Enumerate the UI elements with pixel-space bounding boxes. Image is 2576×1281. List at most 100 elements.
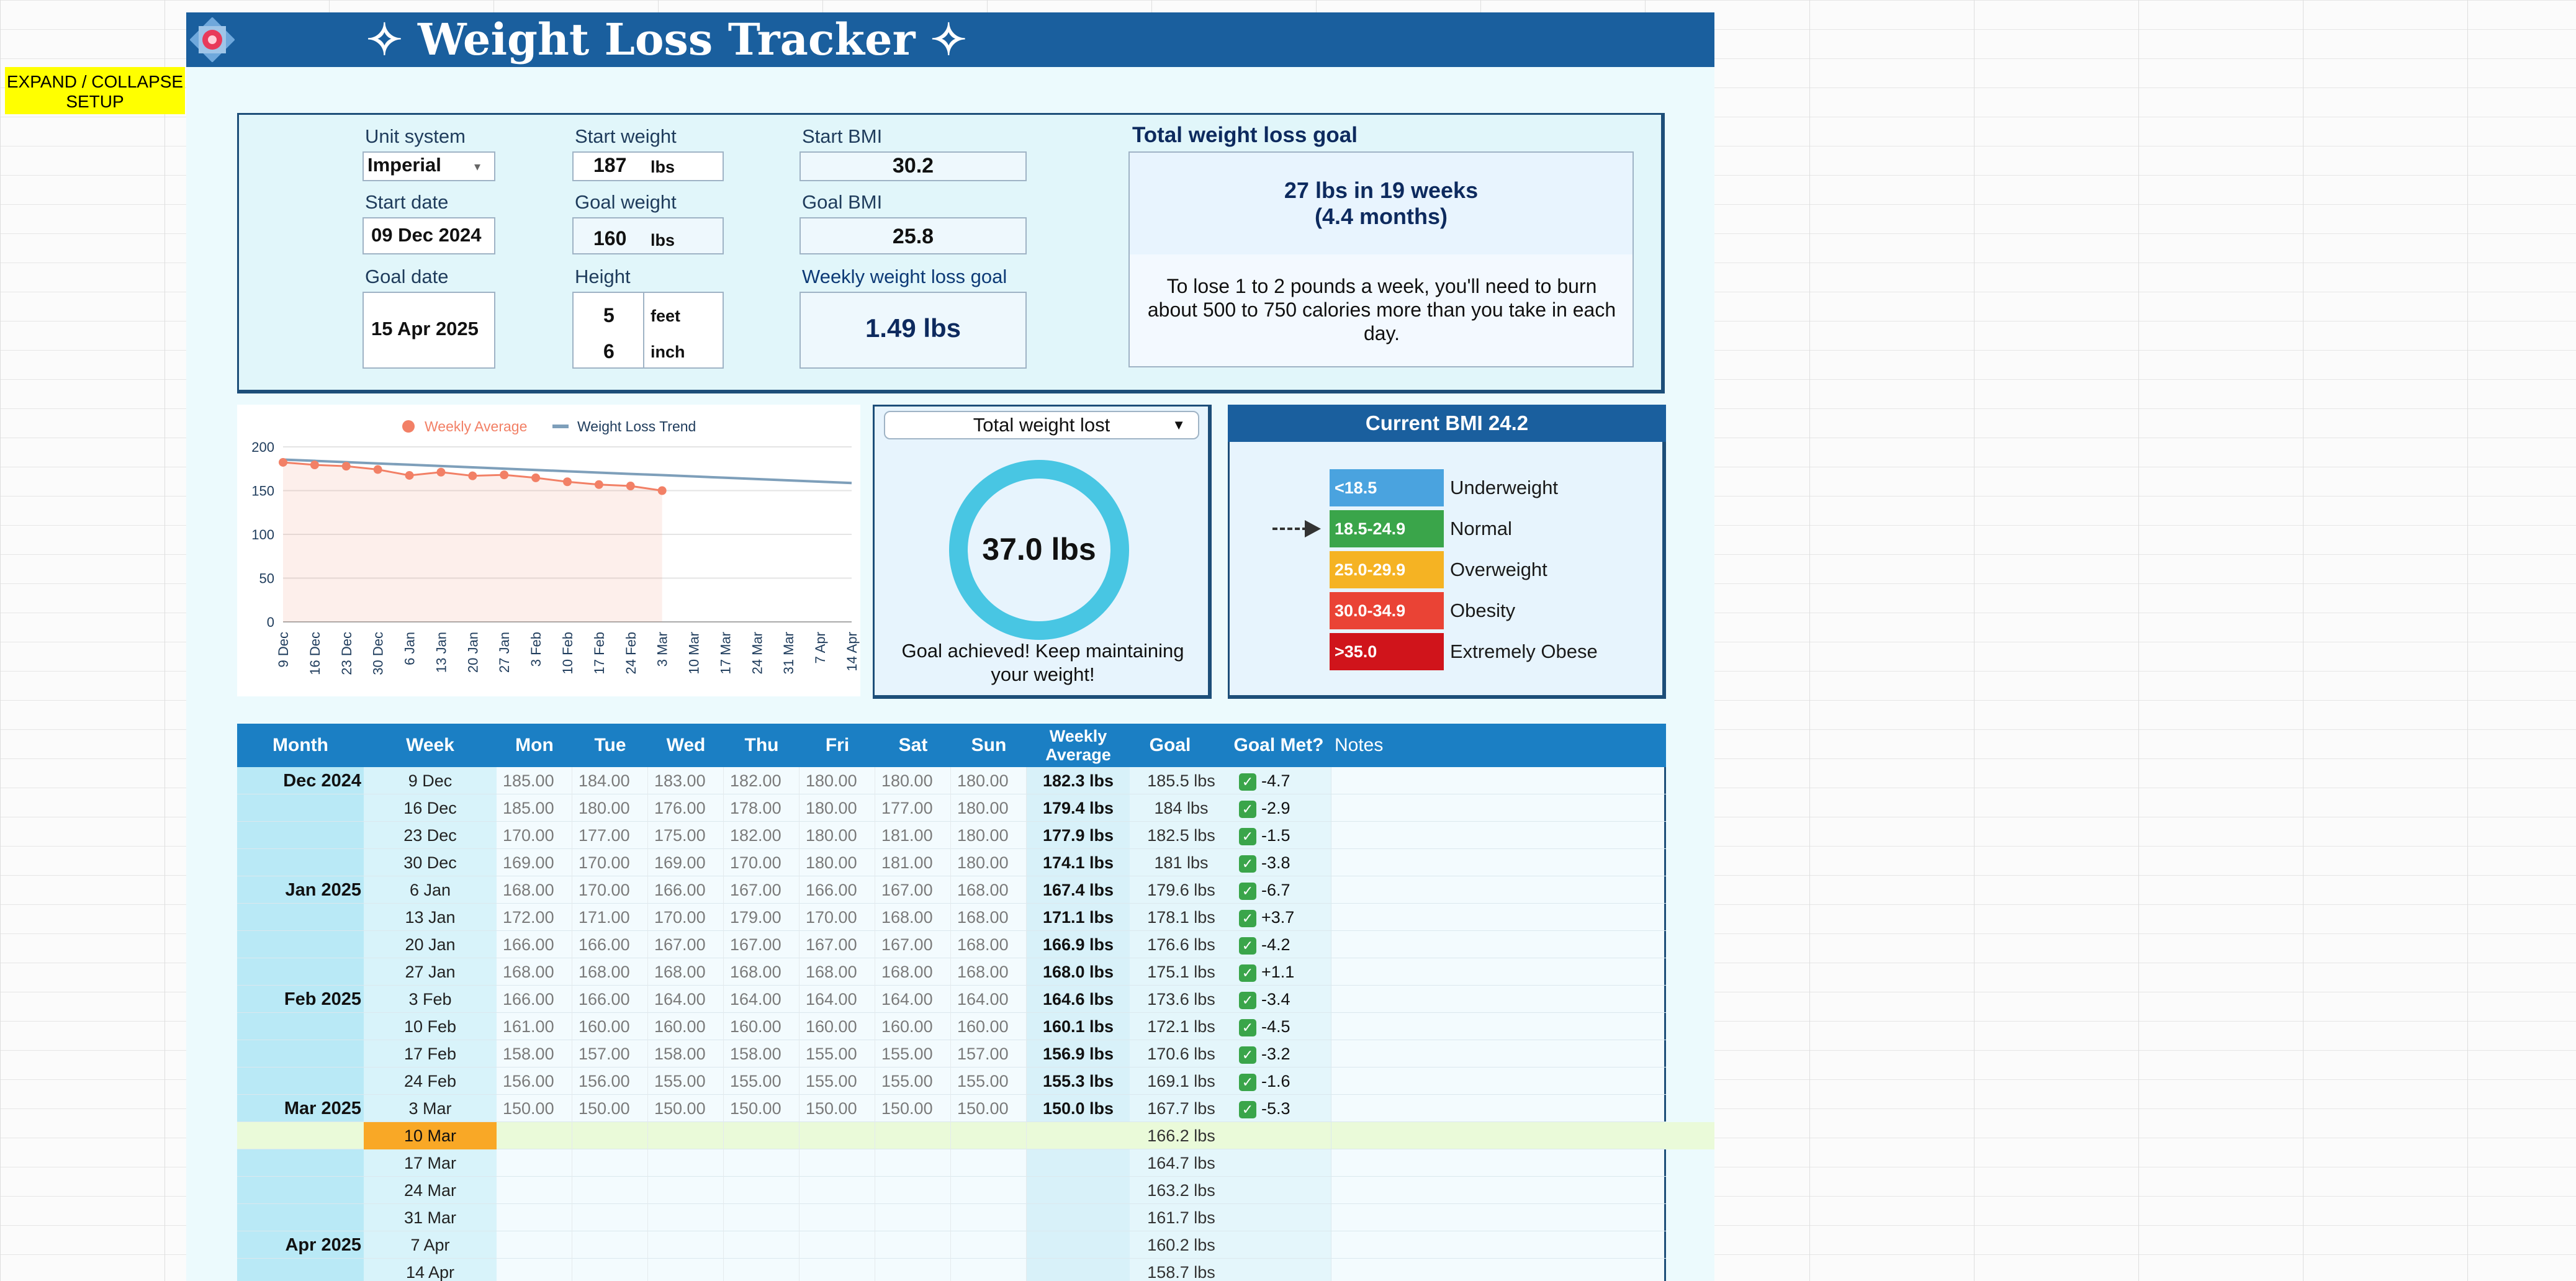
day-cell-tue[interactable]: 177.00 bbox=[572, 822, 648, 849]
table-row[interactable]: 10 Feb 161.00 160.00 160.00 160.00 160.00 160.… bbox=[237, 1013, 1666, 1040]
table-row[interactable]: 30 Dec 169.00 170.00 169.00 170.00 180.00 181.… bbox=[237, 849, 1666, 876]
day-cell-mon[interactable]: 150.00 bbox=[497, 1095, 572, 1122]
day-cell-tue[interactable]: 184.00 bbox=[572, 767, 648, 794]
day-cell-fri[interactable]: 155.00 bbox=[799, 1040, 875, 1068]
weekly-average-cell[interactable]: 167.4 lbs bbox=[1027, 876, 1130, 904]
week-cell[interactable]: 9 Dec bbox=[364, 767, 497, 794]
day-cell-fri[interactable] bbox=[799, 1149, 875, 1177]
week-cell[interactable]: 16 Dec bbox=[364, 794, 497, 822]
day-cell-wed[interactable]: 155.00 bbox=[648, 1068, 724, 1095]
notes-cell[interactable] bbox=[1331, 1068, 1666, 1095]
goal-met-cell[interactable] bbox=[1233, 1122, 1332, 1149]
day-cell-fri[interactable]: 180.00 bbox=[799, 794, 875, 822]
month-cell[interactable] bbox=[237, 1040, 361, 1068]
notes-cell[interactable] bbox=[1331, 1177, 1666, 1204]
day-cell-sun[interactable]: 168.00 bbox=[951, 876, 1027, 904]
day-cell-tue[interactable]: 150.00 bbox=[572, 1095, 648, 1122]
day-cell-fri[interactable]: 168.00 bbox=[799, 958, 875, 986]
day-cell-tue[interactable]: 170.00 bbox=[572, 849, 648, 876]
day-cell-mon[interactable]: 168.00 bbox=[497, 958, 572, 986]
weekly-average-cell[interactable] bbox=[1027, 1122, 1130, 1149]
goal-cell[interactable]: 176.6 lbs bbox=[1130, 931, 1233, 958]
month-cell[interactable]: Apr 2025 bbox=[237, 1231, 361, 1259]
weekly-average-cell[interactable]: 150.0 lbs bbox=[1027, 1095, 1130, 1122]
day-cell-mon[interactable]: 156.00 bbox=[497, 1068, 572, 1095]
table-row[interactable]: 20 Jan 166.00 166.00 167.00 167.00 167.00 167.… bbox=[237, 931, 1666, 958]
goal-cell[interactable]: 169.1 lbs bbox=[1130, 1068, 1233, 1095]
goal-met-cell[interactable]: ✓ -1.5 bbox=[1233, 822, 1332, 849]
day-cell-sat[interactable]: 167.00 bbox=[875, 931, 951, 958]
day-cell-wed[interactable] bbox=[648, 1204, 724, 1231]
weekly-average-cell[interactable] bbox=[1027, 1231, 1130, 1259]
day-cell-sat[interactable]: 168.00 bbox=[875, 958, 951, 986]
day-cell-wed[interactable]: 168.00 bbox=[648, 958, 724, 986]
day-cell-wed[interactable] bbox=[648, 1231, 724, 1259]
notes-cell[interactable] bbox=[1331, 904, 1666, 931]
day-cell-sat[interactable]: 167.00 bbox=[875, 876, 951, 904]
month-cell[interactable]: Mar 2025 bbox=[237, 1095, 361, 1122]
month-cell[interactable] bbox=[237, 1013, 361, 1040]
goal-met-cell[interactable]: ✓ -1.6 bbox=[1233, 1068, 1332, 1095]
day-cell-wed[interactable] bbox=[648, 1177, 724, 1204]
table-row[interactable]: 17 Mar 164.7 lbs bbox=[237, 1149, 1666, 1177]
day-cell-sat[interactable] bbox=[875, 1259, 951, 1281]
day-cell-thu[interactable]: 167.00 bbox=[724, 876, 799, 904]
day-cell-wed[interactable]: 164.00 bbox=[648, 986, 724, 1013]
goal-cell[interactable]: 163.2 lbs bbox=[1130, 1177, 1233, 1204]
goal-met-cell[interactable]: ✓ -3.4 bbox=[1233, 986, 1332, 1013]
goal-met-cell[interactable]: ✓ -4.2 bbox=[1233, 931, 1332, 958]
progress-metric-select[interactable]: Total weight lost ▼ bbox=[884, 411, 1199, 439]
day-cell-mon[interactable]: 166.00 bbox=[497, 986, 572, 1013]
goal-cell[interactable]: 181 lbs bbox=[1130, 849, 1233, 876]
day-cell-sun[interactable] bbox=[951, 1204, 1027, 1231]
goal-met-cell[interactable]: ✓ -6.7 bbox=[1233, 876, 1332, 904]
month-cell[interactable] bbox=[237, 1259, 361, 1281]
day-cell-mon[interactable] bbox=[497, 1204, 572, 1231]
week-cell[interactable]: 27 Jan bbox=[364, 958, 497, 986]
day-cell-mon[interactable]: 170.00 bbox=[497, 822, 572, 849]
height-input[interactable] bbox=[572, 292, 724, 369]
month-cell[interactable]: Dec 2024 bbox=[237, 767, 361, 794]
day-cell-tue[interactable]: 180.00 bbox=[572, 794, 648, 822]
day-cell-tue[interactable]: 157.00 bbox=[572, 1040, 648, 1068]
day-cell-fri[interactable]: 166.00 bbox=[799, 876, 875, 904]
day-cell-sun[interactable] bbox=[951, 1231, 1027, 1259]
goal-cell[interactable]: 184 lbs bbox=[1130, 794, 1233, 822]
goal-met-cell[interactable] bbox=[1233, 1231, 1332, 1259]
month-cell[interactable] bbox=[237, 822, 361, 849]
goal-cell[interactable]: 161.7 lbs bbox=[1130, 1204, 1233, 1231]
day-cell-wed[interactable]: 160.00 bbox=[648, 1013, 724, 1040]
weekly-average-cell[interactable]: 164.6 lbs bbox=[1027, 986, 1130, 1013]
day-cell-thu[interactable] bbox=[724, 1204, 799, 1231]
weekly-average-cell[interactable]: 156.9 lbs bbox=[1027, 1040, 1130, 1068]
goal-met-cell[interactable]: ✓ -5.3 bbox=[1233, 1095, 1332, 1122]
goal-cell[interactable]: 167.7 lbs bbox=[1130, 1095, 1233, 1122]
table-row[interactable]: 24 Feb 156.00 156.00 155.00 155.00 155.00 155.… bbox=[237, 1068, 1666, 1095]
week-cell[interactable]: 7 Apr bbox=[364, 1231, 497, 1259]
notes-cell[interactable] bbox=[1331, 958, 1666, 986]
day-cell-mon[interactable] bbox=[497, 1259, 572, 1281]
month-cell[interactable] bbox=[237, 1122, 361, 1149]
goal-cell[interactable]: 158.7 lbs bbox=[1130, 1259, 1233, 1281]
goal-cell[interactable]: 173.6 lbs bbox=[1130, 986, 1233, 1013]
day-cell-mon[interactable] bbox=[497, 1122, 572, 1149]
day-cell-sat[interactable]: 168.00 bbox=[875, 904, 951, 931]
weekly-average-cell[interactable]: 155.3 lbs bbox=[1027, 1068, 1130, 1095]
day-cell-sat[interactable] bbox=[875, 1122, 951, 1149]
day-cell-thu[interactable] bbox=[724, 1122, 799, 1149]
table-row[interactable]: 13 Jan 172.00 171.00 170.00 179.00 170.00 168.… bbox=[237, 904, 1666, 931]
table-row[interactable]: Apr 2025 7 Apr 160.2 lbs bbox=[237, 1231, 1666, 1259]
day-cell-wed[interactable]: 150.00 bbox=[648, 1095, 724, 1122]
notes-cell[interactable] bbox=[1331, 1013, 1666, 1040]
day-cell-fri[interactable]: 167.00 bbox=[799, 931, 875, 958]
notes-cell[interactable] bbox=[1331, 1122, 1666, 1149]
table-row[interactable]: Jan 2025 6 Jan 168.00 170.00 166.00 167.00 166… bbox=[237, 876, 1666, 904]
day-cell-sat[interactable]: 150.00 bbox=[875, 1095, 951, 1122]
weekly-average-cell[interactable]: 174.1 lbs bbox=[1027, 849, 1130, 876]
weekly-average-cell[interactable]: 168.0 lbs bbox=[1027, 958, 1130, 986]
day-cell-thu[interactable]: 150.00 bbox=[724, 1095, 799, 1122]
goal-cell[interactable]: 164.7 lbs bbox=[1130, 1149, 1233, 1177]
day-cell-thu[interactable]: 182.00 bbox=[724, 822, 799, 849]
weekly-average-cell[interactable]: 177.9 lbs bbox=[1027, 822, 1130, 849]
weekly-average-cell[interactable] bbox=[1027, 1177, 1130, 1204]
